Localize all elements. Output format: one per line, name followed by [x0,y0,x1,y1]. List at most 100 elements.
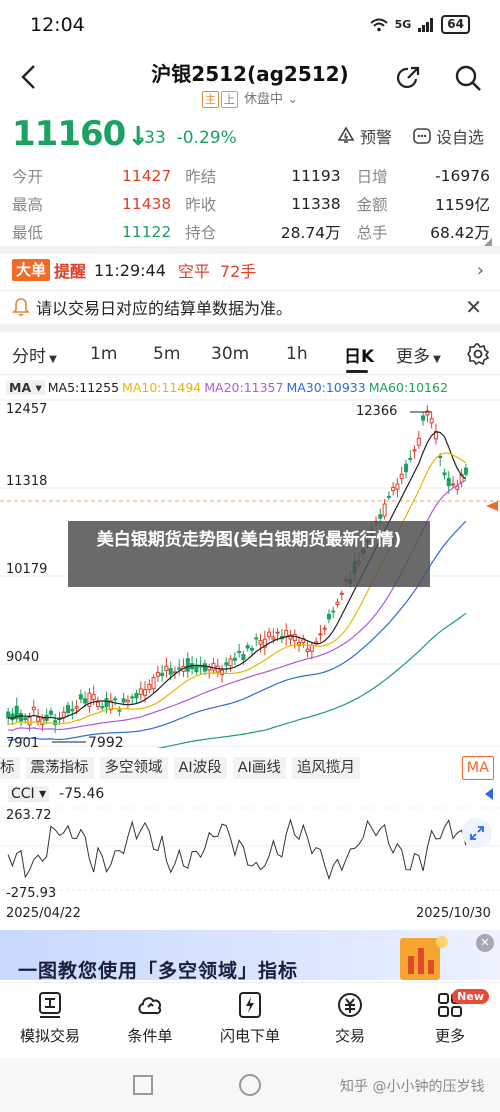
system-nav-bar: 知乎 @小小钟的压岁钱 [0,1058,500,1112]
ma20-value: MA20:11357 [204,380,284,395]
share-button[interactable] [394,64,422,96]
ma10-value: MA10:11494 [122,380,202,395]
candle-body [70,709,75,712]
search-button[interactable] [454,64,482,96]
tab-5m[interactable]: 5m [153,344,180,364]
price-change: -33 -0.29% [138,128,237,148]
indicator-tab[interactable]: 追风揽月 [291,757,360,779]
candle-body [121,698,126,703]
candle-body [463,467,468,475]
ma30-value: MA30:10933 [286,380,366,395]
alert-button[interactable]: 预警 [336,124,392,148]
nav-trade[interactable]: 交易 [305,991,395,1046]
caret-left-icon [485,788,493,800]
candle-body [40,718,45,726]
candle-body [438,456,443,459]
market-status-row[interactable]: 主上 休盘中 ⌄ [0,88,500,108]
candle-body [91,694,96,701]
home-button[interactable] [239,1074,261,1096]
indicator-tab[interactable]: 标 [0,757,20,779]
candle-body [339,592,344,595]
recent-apps-button[interactable] [133,1075,153,1095]
stat-label: 总手 [356,224,388,242]
candle-body [403,463,408,473]
indicator-tab[interactable]: 震荡指标 [25,757,94,779]
stat-label: 昨结 [185,168,217,186]
indicator-tab-ma[interactable]: MA [461,756,494,780]
search-icon [455,65,481,91]
banner-chart-illustration [400,936,448,980]
candle-body [258,640,263,645]
chart-settings-button[interactable] [467,343,490,370]
ma60-value: MA60:10162 [368,380,448,395]
candle-body [386,495,391,498]
nav-condition-order[interactable]: 条件单 [105,991,195,1046]
tab-more[interactable]: 更多 ▼ [396,342,441,367]
candle-body [113,698,118,701]
ma5-value: MA5:11255 [47,380,120,395]
candle-body [83,698,88,704]
indicator-tab[interactable]: AI波段 [173,757,227,779]
indicator-tab[interactable]: 多空领域 [99,757,168,779]
stat-label: 持仓 [185,224,217,242]
candle-body [412,449,417,452]
status-icons: 5G 64 [369,15,470,34]
candle-body [66,704,71,714]
candle-body [326,613,331,620]
stat-label: 金额 [356,196,388,214]
tab-1h[interactable]: 1h [286,344,308,364]
add-watchlist-button[interactable]: 设自选 [412,124,484,148]
ma-selector[interactable]: MA ▾ [6,380,45,395]
wifi-icon [369,18,388,31]
sim-trade-icon [39,992,61,1018]
tab-timeshare[interactable]: 分时 ▼ [12,342,57,367]
stat-label: 最低 [12,224,44,242]
indicator-tab[interactable]: AI画线 [232,757,286,779]
chevron-down-icon: ⌄ [287,92,299,107]
notice-text: 请以交易日对应的结算单数据为准。 [36,298,293,318]
flash-order-icon [239,992,261,1018]
close-banner-button[interactable]: ✕ [476,934,494,952]
ma-line [8,479,467,732]
candle-body [451,483,456,486]
candle-body [104,698,109,707]
candle-body [382,503,387,517]
candle-body [130,696,135,699]
candle-body [224,662,229,666]
market-status: 休盘中 [244,92,284,107]
candle-body [155,671,160,677]
stat-value: 11338 [291,195,341,213]
nav-flash-order[interactable]: 闪电下单 [205,991,295,1046]
cci-line [7,818,467,881]
date-end: 2025/10/30 [416,906,491,921]
y-axis-bottom: 7901 [6,736,40,751]
tab-1m[interactable]: 1m [90,344,117,364]
tab-30m[interactable]: 30m [211,344,249,364]
status-time: 12:04 [30,14,85,36]
fullscreen-button[interactable] [462,818,492,848]
candle-body [455,485,460,490]
settlement-notice: 请以交易日对应的结算单数据为准。 ✕ [0,290,500,322]
nav-sim-trade[interactable]: 模拟交易 [5,991,95,1046]
y-axis-label: 9040 [6,650,40,665]
stats-row: 今开 11427 昨结 11193 日增 -16976 [12,162,490,190]
tab-daily-k[interactable]: 日K [344,342,374,367]
last-price: 11160↓ [12,114,149,154]
big-order-badge: 大单 [12,259,51,281]
stat-value: 1159亿 [435,196,490,214]
y-axis-label: 10179 [6,562,48,577]
close-notice-button[interactable]: ✕ [465,295,482,319]
big-order-alert[interactable]: 大单 提醒 11:29:44 空平 72手 › [0,256,500,284]
candle-body [305,648,310,653]
collapse-indicator-button[interactable] [484,786,494,805]
candle-body [442,472,447,476]
candle-body [421,415,426,421]
expand-icon [470,826,484,840]
stat-value: 11193 [291,167,341,185]
candle-body [318,633,323,636]
cci-axis-bottom: -275.93 [6,886,57,901]
cci-selector[interactable]: CCI ▾ [8,786,50,802]
candle-body [429,418,434,424]
condition-order-icon [138,997,162,1015]
nav-more[interactable]: New 更多 [405,989,495,1046]
